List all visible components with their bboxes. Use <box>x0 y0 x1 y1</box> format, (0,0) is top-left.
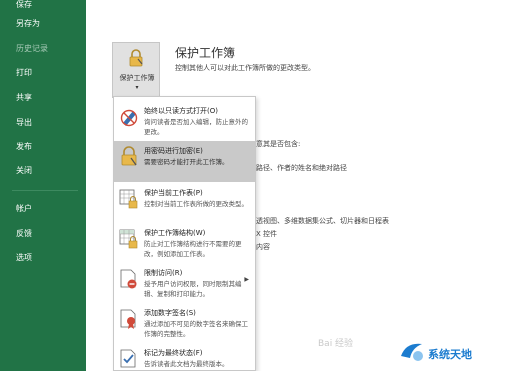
nav-item-save-as[interactable]: 另存为 <box>0 15 86 33</box>
menu-item-title: 用密码进行加密(E) <box>144 147 203 155</box>
chevron-down-icon: ▾ <box>135 84 139 91</box>
menu-item-mark-final[interactable]: 标记为最终状态(F) 告诉读者此文档为最终版本。 <box>114 343 255 370</box>
inspect-text-4: X 控件 <box>256 230 278 238</box>
inspect-text-2: 路径、作者的姓名和绝对路径 <box>256 164 347 172</box>
nav-item-print[interactable]: 打印 <box>0 64 86 82</box>
site-watermark-text: 系统天地 <box>428 348 472 361</box>
protect-dropdown-menu: 始终以只读方式打开(O) 询问读者是否加入编辑，防止意外的更改。 用密码进行加密… <box>113 96 256 371</box>
menu-item-read-only[interactable]: 始终以只读方式打开(O) 询问读者是否加入编辑，防止意外的更改。 <box>114 101 255 142</box>
workbook-lock-icon <box>119 229 138 249</box>
menu-item-title: 保护工作簿结构(W) <box>144 229 206 237</box>
nav-divider <box>12 190 78 191</box>
nav-item-options[interactable]: 选项 <box>0 249 86 267</box>
menu-item-encrypt-password[interactable]: 用密码进行加密(E) 需要密码才能打开此工作簿。 <box>114 141 255 182</box>
baidu-watermark: Bai 经验 <box>318 339 354 349</box>
menu-item-desc: 通过添加不可见的数字签名来确保工作簿的完整性。 <box>144 320 248 338</box>
backstage-nav: 保存 另存为 历史记录 打印 共享 导出 发布 关闭 帐户 反馈 选项 <box>0 0 86 371</box>
mark-final-icon <box>120 349 136 368</box>
nav-item-share[interactable]: 共享 <box>0 89 86 107</box>
protect-tile-label: 保护工作簿 <box>119 74 155 82</box>
nav-item-export[interactable]: 导出 <box>0 114 86 132</box>
menu-item-restrict-access[interactable]: 限制访问(R) 授予用户访问权限，同时限制其编辑、复制和打印能力。 ▶ <box>114 263 255 304</box>
menu-item-desc: 询问读者是否加入编辑，防止意外的更改。 <box>144 118 248 136</box>
nav-item-feedback[interactable]: 反馈 <box>0 225 86 243</box>
nav-item-close[interactable]: 关闭 <box>0 162 86 180</box>
lock-icon <box>129 49 143 67</box>
inspect-text-5: 内容 <box>256 243 270 251</box>
inspect-text-3: 透视图、多维数据集公式、切片器和日程表 <box>256 217 389 225</box>
submenu-arrow-icon: ▶ <box>244 276 249 283</box>
pencil-no-icon <box>120 109 138 127</box>
restrict-access-icon <box>120 269 137 289</box>
inspect-text-1: 意其是否包含: <box>256 140 301 148</box>
menu-item-title: 限制访问(R) <box>144 269 183 277</box>
menu-item-desc: 需要密码才能打开此工作簿。 <box>144 158 229 166</box>
nav-item-history[interactable]: 历史记录 <box>0 40 86 58</box>
site-logo-icon <box>401 343 423 361</box>
menu-item-title: 始终以只读方式打开(O) <box>144 107 218 115</box>
menu-item-title: 添加数字签名(S) <box>144 309 196 317</box>
menu-item-digital-signature[interactable]: 添加数字签名(S) 通过添加不可见的数字签名来确保工作簿的完整性。 <box>114 303 255 344</box>
section-title: 保护工作簿 <box>175 46 236 60</box>
lock-key-icon <box>121 146 137 166</box>
nav-item-save[interactable]: 保存 <box>0 0 86 14</box>
menu-item-protect-structure[interactable]: 保护工作簿结构(W) 防止对工作簿结构进行不需要的更改，例如添加工作表。 <box>114 223 255 264</box>
menu-item-desc: 防止对工作簿结构进行不需要的更改，例如添加工作表。 <box>144 240 242 258</box>
nav-item-account[interactable]: 帐户 <box>0 200 86 218</box>
menu-item-title: 标记为最终状态(F) <box>144 349 203 357</box>
menu-item-desc: 告诉读者此文档为最终版本。 <box>144 360 229 368</box>
menu-item-title: 保护当前工作表(P) <box>144 189 203 197</box>
section-description: 控制其他人可以对此工作簿所做的更改类型。 <box>175 64 315 72</box>
nav-item-publish[interactable]: 发布 <box>0 138 86 156</box>
menu-item-protect-sheet[interactable]: 保护当前工作表(P) 控制对当前工作表所做的更改类型。 <box>114 183 255 224</box>
menu-item-desc: 控制对当前工作表所做的更改类型。 <box>144 200 248 208</box>
sheet-lock-icon <box>119 189 138 209</box>
protect-workbook-button[interactable]: 保护工作簿 ▾ <box>112 42 160 98</box>
digital-signature-icon <box>120 309 136 329</box>
menu-item-desc: 授予用户访问权限，同时限制其编辑、复制和打印能力。 <box>144 280 242 298</box>
